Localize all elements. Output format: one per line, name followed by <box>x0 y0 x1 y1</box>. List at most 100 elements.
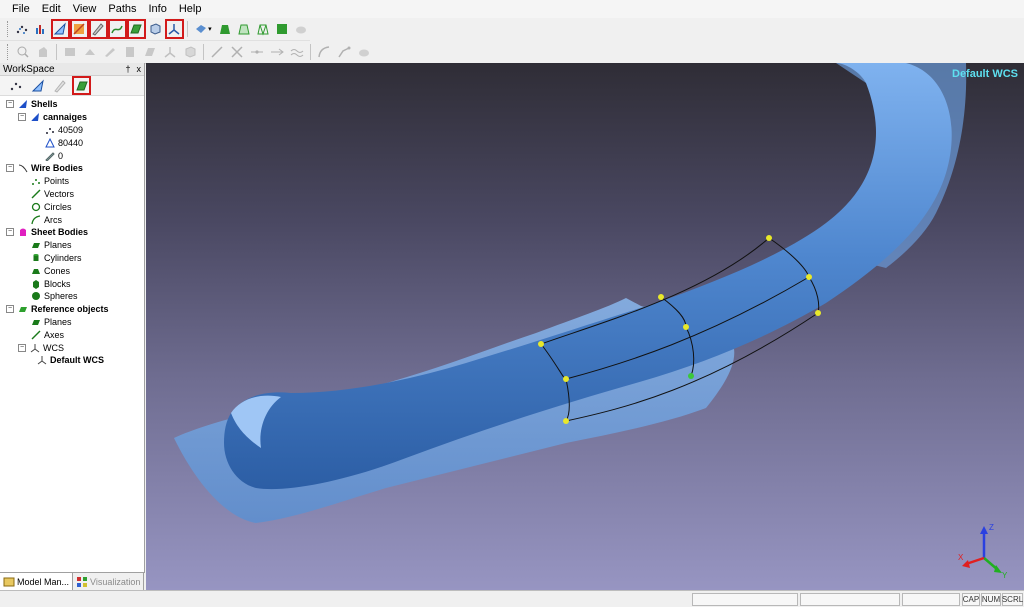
cloud-tool-button[interactable] <box>355 43 373 61</box>
toolbar-separator <box>203 44 204 60</box>
measure-button[interactable] <box>14 43 32 61</box>
tree-label: Sheet Bodies <box>31 227 89 238</box>
green-surface-c-button[interactable] <box>254 20 271 38</box>
tree-node-vectors[interactable]: Vectors <box>0 188 144 201</box>
menu-paths[interactable]: Paths <box>102 3 142 15</box>
fit-tool-e-button[interactable] <box>141 43 159 61</box>
tree-node-ref-planes[interactable]: Planes <box>0 316 144 329</box>
green-surface-a-button[interactable] <box>216 20 233 38</box>
fit-tool-b-button[interactable] <box>81 43 99 61</box>
tree-node-edges-count[interactable]: 0 <box>0 149 144 162</box>
shading-dropdown-button[interactable]: ▾ <box>192 20 215 38</box>
tree-node-axes[interactable]: Axes <box>0 328 144 341</box>
collapse-icon[interactable]: − <box>6 305 14 314</box>
tab-visualization[interactable]: Visualization <box>73 573 145 590</box>
arrow-line-tool-button[interactable] <box>268 43 286 61</box>
tree-node-sheet-bodies[interactable]: − Sheet Bodies <box>0 226 144 239</box>
close-icon[interactable]: x <box>137 64 142 74</box>
toolbar-separator <box>56 44 57 60</box>
axes-tool-button[interactable] <box>164 19 184 39</box>
collapse-icon[interactable]: − <box>18 343 26 352</box>
cube-icon <box>150 23 161 35</box>
shape-tool-button[interactable] <box>34 43 52 61</box>
ws-points-filter-button[interactable] <box>7 77 24 94</box>
collapse-icon[interactable]: − <box>18 113 26 122</box>
cloud-shape-button[interactable] <box>292 20 309 38</box>
tree-node-points[interactable]: Points <box>0 175 144 188</box>
tree-node-cannaiges[interactable]: − cannaiges <box>0 111 144 124</box>
shading-icon <box>196 25 207 33</box>
tree-node-blocks[interactable]: Blocks <box>0 277 144 290</box>
workspace-panel: WorkSpace † x − Shells − cannaiges 40509… <box>0 63 145 590</box>
point-line-tool-button[interactable] <box>248 43 266 61</box>
histogram-icon <box>36 25 45 34</box>
polyline-tool-button[interactable] <box>335 43 353 61</box>
tab-model-manager[interactable]: Model Man... <box>0 573 74 590</box>
collapse-icon[interactable]: − <box>6 164 14 173</box>
tree-label: Vectors <box>44 188 75 199</box>
menu-file[interactable]: File <box>6 3 36 15</box>
menu-view[interactable]: View <box>67 3 103 15</box>
menu-help[interactable]: Help <box>173 3 208 15</box>
tree-label: Circles <box>44 201 72 212</box>
tree-label: Arcs <box>44 214 62 225</box>
arrow-line-icon <box>271 48 284 56</box>
ws-hatch-filter-button[interactable] <box>51 77 68 94</box>
fit-tool-f-button[interactable] <box>161 43 179 61</box>
sheet-tool-button[interactable] <box>126 19 146 39</box>
tree-node-arcs[interactable]: Arcs <box>0 213 144 226</box>
tree-node-wcs[interactable]: − WCS <box>0 341 144 354</box>
toolbar-grip[interactable] <box>7 21 10 37</box>
fit-b-icon <box>85 49 95 55</box>
axis-gizmo: Z Y X <box>958 523 1008 580</box>
cross-tool-button[interactable] <box>228 43 246 61</box>
histogram-tool-button[interactable] <box>33 20 50 38</box>
tree-node-cones[interactable]: Cones <box>0 264 144 277</box>
fit-tool-c-button[interactable] <box>101 43 119 61</box>
tree-label: WCS <box>43 342 64 353</box>
sphere-icon <box>30 291 41 302</box>
hatch-icon <box>92 23 104 36</box>
curve-tool-button[interactable] <box>107 19 127 39</box>
green-square-button[interactable] <box>273 20 290 38</box>
point-cloud-icon <box>10 82 21 90</box>
point-cloud-tool-button[interactable] <box>14 20 31 38</box>
triangle-icon <box>54 22 67 35</box>
ws-mesh-filter-button[interactable] <box>29 77 46 94</box>
model-tree: − Shells − cannaiges 40509 80440 0 − Wir… <box>0 96 144 367</box>
tree-node-shells[interactable]: − Shells <box>0 98 144 111</box>
toolbar-grip[interactable] <box>7 44 10 60</box>
wave-tool-button[interactable] <box>288 43 306 61</box>
tree-node-default-wcs[interactable]: Default WCS <box>0 354 144 367</box>
collapse-icon[interactable]: − <box>6 228 14 237</box>
collapse-icon[interactable]: − <box>6 100 14 109</box>
tree-node-points-count[interactable]: 40509 <box>0 124 144 137</box>
tree-node-circles[interactable]: Circles <box>0 200 144 213</box>
tree-node-spheres[interactable]: Spheres <box>0 290 144 303</box>
tree-label: Axes <box>44 329 65 340</box>
pin-icon[interactable]: † <box>125 64 130 74</box>
line-tool-button[interactable] <box>208 43 226 61</box>
tree-node-wire-bodies[interactable]: − Wire Bodies <box>0 162 144 175</box>
hatch-tool-button[interactable] <box>88 19 108 39</box>
menu-info[interactable]: Info <box>143 3 173 15</box>
green-surface-b-button[interactable] <box>235 20 252 38</box>
tree-node-cylinders[interactable]: Cylinders <box>0 252 144 265</box>
ws-sheet-filter-button[interactable] <box>72 76 91 95</box>
mesh-scene[interactable] <box>146 63 1024 590</box>
cube-tool-button[interactable] <box>147 20 164 38</box>
arc-tool-button[interactable] <box>315 43 333 61</box>
fit-tool-d-button[interactable] <box>121 43 139 61</box>
3d-viewport[interactable]: Default WCS Z Y X <box>146 63 1024 590</box>
line-icon <box>211 46 223 58</box>
fit-tool-g-button[interactable] <box>181 43 199 61</box>
polyline-icon <box>338 46 351 58</box>
triangle-mesh-tool-button[interactable] <box>50 19 70 39</box>
tree-node-reference-objects[interactable]: − Reference objects <box>0 303 144 316</box>
menu-edit[interactable]: Edit <box>36 3 67 15</box>
fit-tool-a-button[interactable] <box>61 43 79 61</box>
tree-node-triangles-count[interactable]: 80440 <box>0 136 144 149</box>
fit-g-icon <box>185 46 196 58</box>
surface-color-tool-button[interactable] <box>69 19 89 39</box>
tree-node-planes[interactable]: Planes <box>0 239 144 252</box>
